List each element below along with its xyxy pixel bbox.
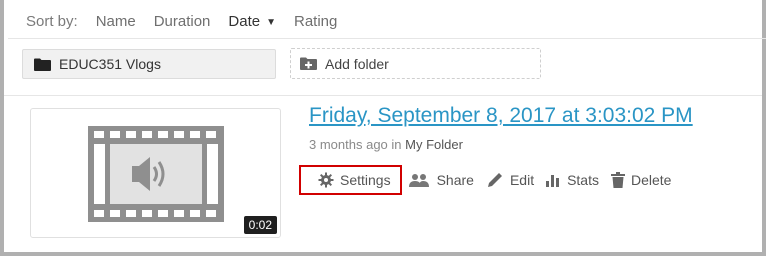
- folder-button[interactable]: EDUC351 Vlogs: [22, 49, 276, 79]
- share-button[interactable]: Share: [408, 165, 474, 195]
- stats-label: Stats: [567, 172, 599, 188]
- stats-button[interactable]: Stats: [546, 165, 599, 195]
- duration-badge: 0:02: [243, 216, 277, 234]
- bar-chart-icon: [546, 173, 561, 187]
- video-actions: Settings Share Edit Stats Delete: [299, 165, 671, 195]
- video-meta: 3 months ago in My Folder: [309, 137, 463, 152]
- sort-bar: Sort by: Name Duration Date ▼ Rating: [8, 4, 766, 39]
- sort-option-date-label: Date: [228, 12, 261, 30]
- add-folder-icon: [300, 57, 317, 70]
- add-folder-label: Add folder: [325, 55, 389, 72]
- sort-option-name[interactable]: Name: [96, 13, 136, 30]
- share-users-icon: [408, 173, 431, 188]
- video-thumbnail[interactable]: 0:02: [30, 108, 281, 238]
- folder-icon: [34, 58, 51, 71]
- video-age: 3 months ago in: [309, 137, 406, 152]
- audio-film-icon: [88, 126, 224, 222]
- pencil-icon: [486, 171, 504, 189]
- delete-button[interactable]: Delete: [610, 165, 672, 195]
- settings-label: Settings: [340, 172, 391, 188]
- settings-button[interactable]: Settings: [299, 165, 402, 195]
- sort-option-rating[interactable]: Rating: [294, 13, 337, 30]
- sort-option-duration[interactable]: Duration: [154, 13, 211, 30]
- edit-button[interactable]: Edit: [486, 165, 534, 195]
- divider: [4, 95, 762, 96]
- gear-icon: [318, 172, 334, 188]
- video-title-link[interactable]: Friday, September 8, 2017 at 3:03:02 PM: [309, 104, 693, 128]
- sort-by-label: Sort by:: [26, 12, 78, 30]
- delete-label: Delete: [630, 172, 672, 188]
- parent-folder-link[interactable]: My Folder: [405, 137, 463, 152]
- folder-name: EDUC351 Vlogs: [59, 56, 161, 72]
- sort-option-date[interactable]: Date ▼: [228, 13, 276, 30]
- video-list-panel: Sort by: Name Duration Date ▼ Rating EDUC…: [0, 0, 766, 256]
- add-folder-button[interactable]: Add folder: [290, 48, 541, 79]
- edit-label: Edit: [509, 172, 535, 188]
- share-label: Share: [436, 172, 474, 188]
- trash-icon: [610, 172, 625, 188]
- caret-down-icon: ▼: [266, 16, 276, 28]
